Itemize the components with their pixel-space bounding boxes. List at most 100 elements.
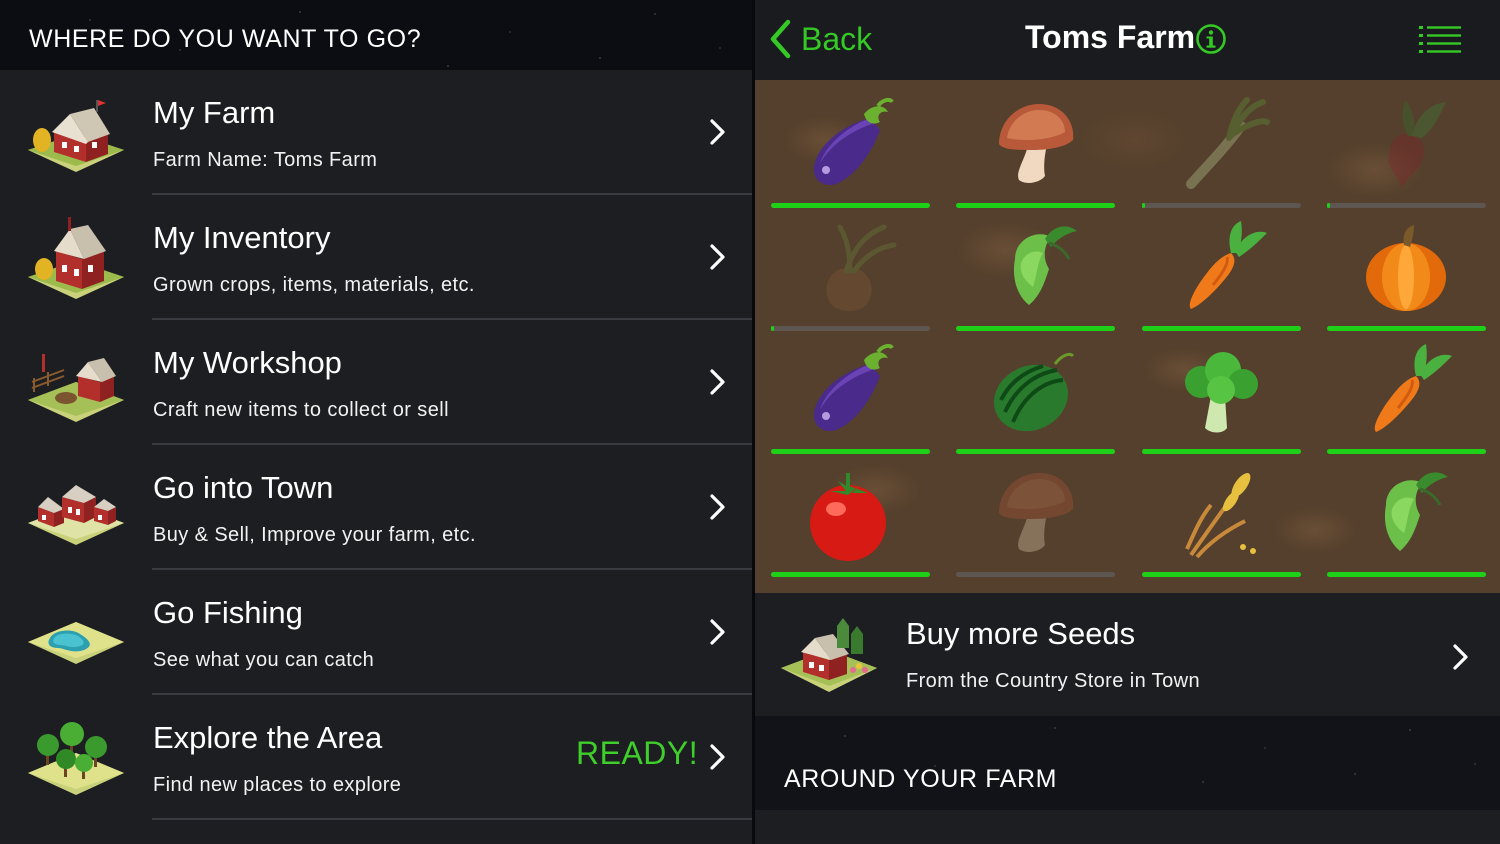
crop-tile-hops[interactable] xyxy=(948,211,1123,334)
crop-tile-carrot[interactable] xyxy=(1134,211,1309,334)
crop-tile-carrot[interactable] xyxy=(1319,334,1494,457)
growth-progress-bar xyxy=(771,326,930,331)
menu-item-title: My Workshop xyxy=(153,345,342,380)
workshop-icon xyxy=(28,354,124,422)
destination-header: WHERE DO YOU WANT TO GO? xyxy=(0,0,752,70)
destination-header-title: WHERE DO YOU WANT TO GO? xyxy=(29,25,422,53)
hops-icon xyxy=(1013,226,1077,305)
growth-progress-bar xyxy=(1142,572,1301,577)
back-button[interactable]: Back xyxy=(769,18,872,60)
crop-tile-eggplant[interactable] xyxy=(763,334,938,457)
crop-tile-eggplant[interactable] xyxy=(763,88,938,211)
menu-item-go-fishing[interactable]: Go Fishing See what you can catch xyxy=(0,570,752,695)
hops-icon xyxy=(1384,472,1448,551)
growth-progress-fill xyxy=(1327,449,1486,454)
growth-progress-bar xyxy=(956,203,1115,208)
forest-icon xyxy=(28,722,124,795)
menu-item-my-workshop[interactable]: My Workshop Craft new items to collect o… xyxy=(0,320,752,445)
buy-seeds-title: Buy more Seeds xyxy=(906,616,1136,651)
growth-progress-bar xyxy=(771,449,930,454)
eggplant-icon xyxy=(813,97,894,186)
crop-tile-mushroom[interactable] xyxy=(948,88,1123,211)
growth-progress-fill xyxy=(771,326,775,331)
crop-tile-hops[interactable] xyxy=(1319,457,1494,580)
crop-tile-wheat[interactable] xyxy=(1134,457,1309,580)
pumpkin-icon xyxy=(1366,225,1446,311)
eggplant-icon xyxy=(813,343,894,432)
menu-item-my-inventory[interactable]: My Inventory Grown crops, items, materia… xyxy=(0,195,752,320)
row-divider xyxy=(152,818,752,820)
growth-progress-bar xyxy=(956,326,1115,331)
growth-progress-fill xyxy=(956,203,1115,208)
leek-icon xyxy=(1186,97,1270,189)
growth-progress-bar xyxy=(1327,449,1486,454)
growth-progress-fill xyxy=(956,449,1115,454)
growth-progress-fill xyxy=(771,449,930,454)
crop-tile-broccoli[interactable] xyxy=(1134,334,1309,457)
menu-item-title: Go into Town xyxy=(153,470,334,505)
menu-item-subtitle: Farm Name: Toms Farm xyxy=(153,149,378,171)
menu-item-subtitle: Grown crops, items, materials, etc. xyxy=(153,274,475,296)
growth-progress-fill xyxy=(771,572,930,577)
carrot-icon xyxy=(1189,221,1267,309)
growth-progress-bar xyxy=(1142,449,1301,454)
inventory-barn-icon xyxy=(28,217,124,299)
destination-panel: WHERE DO YOU WANT TO GO? My Farm Farm Na… xyxy=(0,0,752,844)
broccoli-icon xyxy=(1185,352,1258,433)
chevron-right-icon xyxy=(710,619,725,645)
growth-progress-bar xyxy=(771,572,930,577)
section-label: AROUND YOUR FARM xyxy=(784,765,1058,793)
crop-grid xyxy=(755,80,1500,593)
growth-progress-bar xyxy=(956,449,1115,454)
crop-tile-beet[interactable] xyxy=(1319,88,1494,211)
menu-item-go-into-town[interactable]: Go into Town Buy & Sell, Improve your fa… xyxy=(0,445,752,570)
onion-icon xyxy=(826,224,897,311)
back-label: Back xyxy=(801,20,873,57)
growth-progress-fill xyxy=(956,326,1115,331)
growth-progress-fill xyxy=(1327,203,1331,208)
chevron-right-icon xyxy=(710,119,725,145)
growth-progress-fill xyxy=(1327,572,1486,577)
menu-item-title: Explore the Area xyxy=(153,720,383,755)
menu-item-title: Go Fishing xyxy=(153,595,303,630)
info-icon[interactable] xyxy=(1195,23,1227,55)
buy-seeds-subtitle: From the Country Store in Town xyxy=(906,670,1200,692)
menu-item-explore-the-area[interactable]: Explore the Area Find new places to expl… xyxy=(0,695,752,820)
menu-item-subtitle: Find new places to explore xyxy=(153,774,402,796)
mushroom-icon xyxy=(999,104,1074,183)
growth-progress-bar xyxy=(1327,326,1486,331)
growth-progress-bar xyxy=(1327,572,1486,577)
growth-progress-fill xyxy=(1327,326,1486,331)
menu-item-title: My Inventory xyxy=(153,220,331,255)
menu-item-my-farm[interactable]: My Farm Farm Name: Toms Farm xyxy=(0,70,752,195)
farm-barn-icon xyxy=(28,100,124,172)
list-menu-icon[interactable] xyxy=(1419,25,1461,53)
mushroom-icon xyxy=(999,473,1074,552)
watermelon-icon xyxy=(994,352,1075,432)
growth-progress-fill xyxy=(771,203,930,208)
crop-tile-mushroom[interactable] xyxy=(948,457,1123,580)
chevron-right-icon xyxy=(1453,644,1468,670)
country-store-icon xyxy=(781,618,877,692)
growth-progress-bar xyxy=(956,572,1115,577)
farm-panel: Back Toms Farm Buy more Seeds From the C… xyxy=(755,0,1500,844)
growth-progress-fill xyxy=(1142,203,1146,208)
chevron-right-icon xyxy=(710,244,725,270)
growth-progress-bar xyxy=(1142,203,1301,208)
menu-item-subtitle: Buy & Sell, Improve your farm, etc. xyxy=(153,524,476,546)
around-your-farm-section: AROUND YOUR FARM xyxy=(755,716,1500,844)
crop-tile-pumpkin[interactable] xyxy=(1319,211,1494,334)
carrot-icon xyxy=(1374,344,1452,432)
tomato-icon xyxy=(810,473,886,561)
crop-tile-watermelon[interactable] xyxy=(948,334,1123,457)
ready-badge: READY! xyxy=(576,735,699,771)
chevron-left-icon xyxy=(770,19,791,59)
growth-progress-fill xyxy=(1142,326,1301,331)
crop-tile-tomato[interactable] xyxy=(763,457,938,580)
buy-seeds-row[interactable]: Buy more Seeds From the Country Store in… xyxy=(755,596,1500,716)
crop-tile-leek[interactable] xyxy=(1134,88,1309,211)
crop-tile-onion[interactable] xyxy=(763,211,938,334)
growth-progress-bar xyxy=(771,203,930,208)
growth-progress-bar xyxy=(1142,326,1301,331)
growth-progress-fill xyxy=(1142,449,1301,454)
